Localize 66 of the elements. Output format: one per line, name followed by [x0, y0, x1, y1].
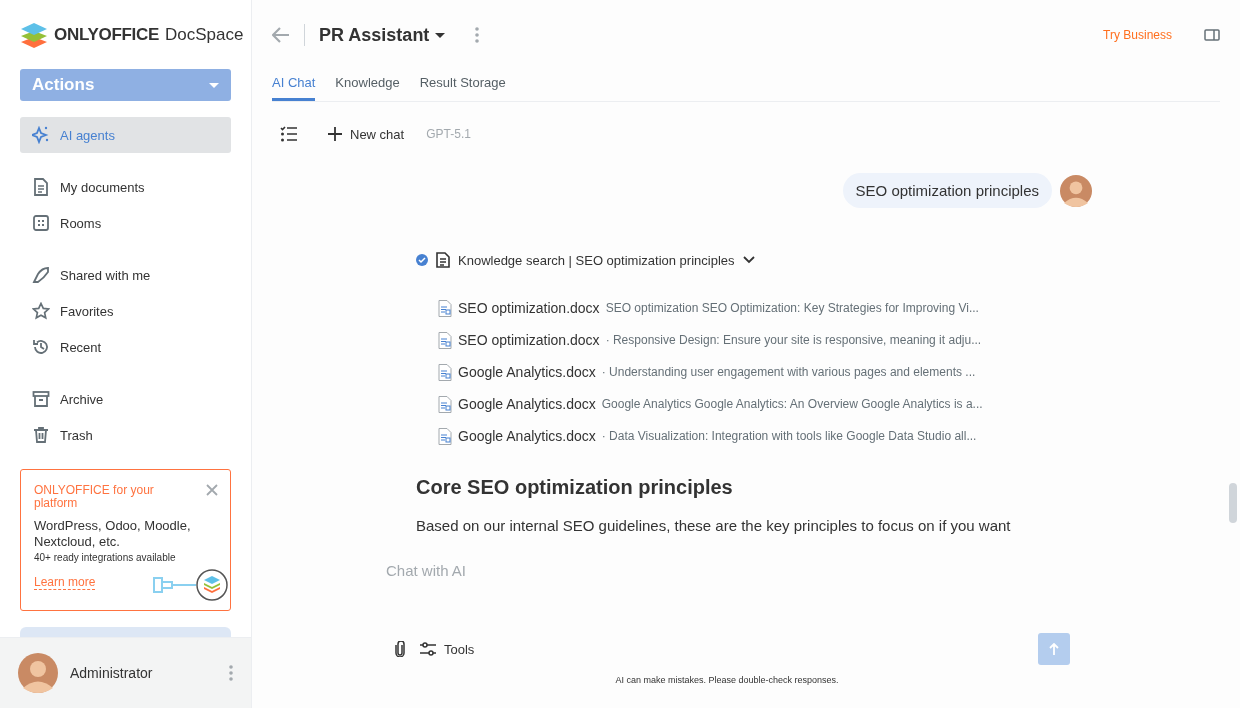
chevron-down-icon[interactable] [742, 256, 755, 264]
avatar-icon [1060, 174, 1092, 207]
result-snippet: Google Analytics Google Analytics: An Overview Google Analytics is a... [601, 397, 983, 411]
model-name: GPT-5.1 [426, 127, 471, 141]
history-icon [32, 338, 50, 356]
file-name[interactable]: SEO optimization.docx [458, 300, 600, 316]
grid-icon [32, 214, 50, 232]
sparkle-icon [32, 126, 50, 144]
panel-toggle-icon[interactable] [1204, 29, 1220, 41]
result-snippet: · Data Visualization: Integration with tools like Google Data Studio all... [601, 429, 977, 443]
plus-icon [328, 127, 342, 141]
star-icon [32, 302, 50, 320]
back-icon[interactable] [272, 27, 290, 43]
sidebar-item[interactable]: My documents [20, 169, 231, 205]
more-icon[interactable] [475, 27, 480, 43]
file-name[interactable]: Google Analytics.docx [458, 428, 596, 444]
document-icon [32, 178, 50, 196]
tool-call-label[interactable]: Knowledge search | SEO optimization principles [458, 252, 735, 268]
docx-file-icon [438, 427, 452, 445]
promo-subtitle: 40+ ready integrations available [34, 552, 177, 563]
file-name[interactable]: Google Analytics.docx [458, 364, 596, 380]
chat-input[interactable]: Chat with AI [384, 558, 1070, 582]
sidebar-item[interactable]: Shared with me [20, 257, 231, 293]
chat-list-icon[interactable] [280, 126, 298, 142]
docx-file-icon [438, 299, 452, 317]
user-name: Administrator [70, 665, 154, 681]
sidebar-item[interactable]: Archive [20, 381, 231, 417]
arrow-up-icon [1049, 643, 1059, 655]
tab[interactable]: Knowledge [335, 70, 400, 101]
sidebar-item[interactable]: Favorites [20, 293, 231, 329]
logo-icon [20, 22, 48, 48]
result-snippet: SEO optimization SEO Optimization: Key Strategies for Improving Vi... [605, 301, 979, 315]
sidebar-item[interactable]: Rooms [20, 205, 231, 241]
new-chat-button[interactable]: New chat [328, 126, 405, 142]
file-name[interactable]: SEO optimization.docx [458, 332, 600, 348]
shared-icon [32, 266, 50, 284]
result-snippet: · Understanding user engagement with various pages and elements ... [601, 365, 976, 379]
tools-button[interactable]: Tools [420, 641, 475, 657]
promo-title: ONLYOFFICE for your platform [34, 484, 155, 510]
product-name: DocSpace [165, 25, 244, 45]
close-icon[interactable] [206, 484, 218, 496]
sliders-icon [420, 642, 436, 656]
docx-file-icon [438, 331, 452, 349]
docx-file-icon [438, 395, 452, 413]
tab[interactable]: Result Storage [419, 70, 506, 101]
archive-icon [32, 390, 50, 408]
brand-name: ONLYOFFICE [54, 25, 159, 45]
docx-file-icon [438, 363, 452, 381]
result-snippet: · Responsive Design: Ensure your site is responsive, meaning it adju... [605, 333, 982, 347]
file-name[interactable]: Google Analytics.docx [458, 396, 596, 412]
paperclip-icon[interactable] [394, 641, 406, 657]
response-heading: Core SEO optimization principles [416, 476, 734, 499]
sidebar-item[interactable]: Recent [20, 329, 231, 365]
trash-icon [32, 426, 50, 444]
document-icon [436, 252, 450, 268]
response-paragraph: Based on our internal SEO guidelines, these are the key principles to focus on if you want [416, 517, 1012, 534]
send-button[interactable] [1038, 633, 1070, 665]
user-message: SEO optimization principles [842, 173, 1052, 208]
scrollbar-thumb[interactable] [1229, 483, 1237, 523]
disclaimer-text: AI can make mistakes. Please double-check responses. [614, 675, 840, 685]
avatar-icon [18, 653, 58, 693]
promo-headline: WordPress, Odoo, Moodle, Nextcloud, etc. [34, 518, 192, 550]
more-icon[interactable] [229, 665, 233, 681]
agent-title[interactable]: PR Assistant [319, 24, 446, 46]
tab[interactable]: AI Chat [272, 70, 316, 101]
sidebar-item[interactable]: Trash [20, 417, 231, 453]
